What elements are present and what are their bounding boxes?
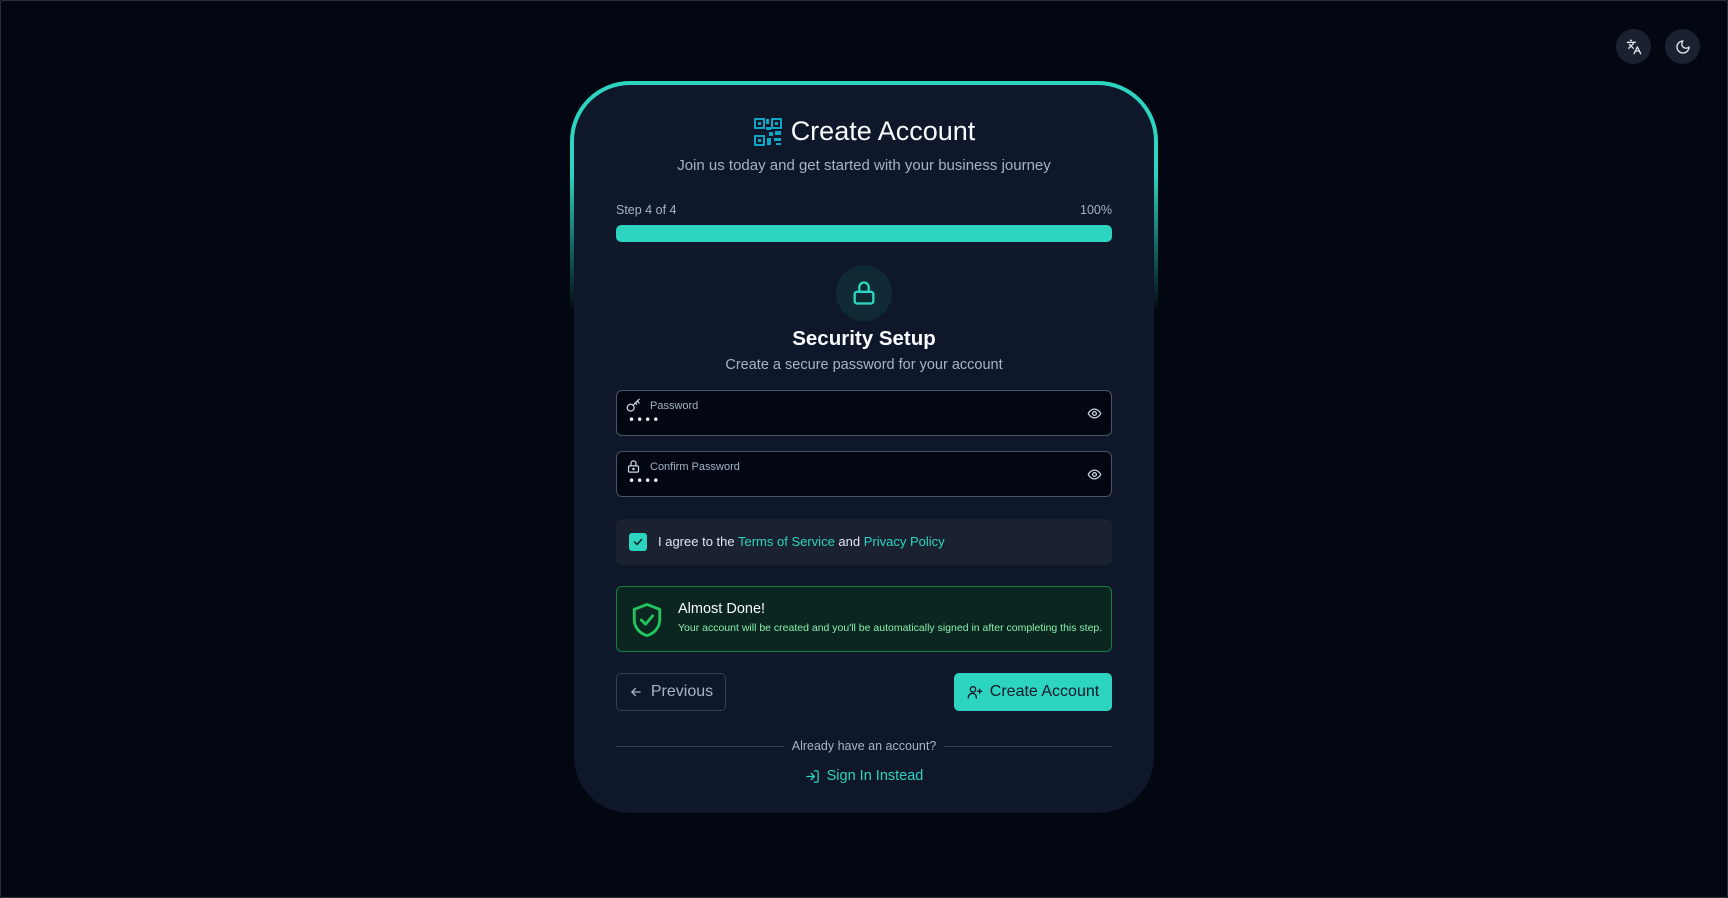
terms-checkbox[interactable] — [629, 533, 647, 551]
lock-icon — [627, 460, 640, 473]
confirm-password-input[interactable]: •••• — [628, 474, 660, 488]
divider-text: Already have an account? — [791, 739, 937, 753]
progress-bar-fill — [616, 225, 1112, 242]
shield-check-icon — [632, 603, 662, 637]
notice-text: Your account will be created and you'll … — [678, 622, 1103, 634]
page-title: Create Account — [790, 116, 976, 146]
progress-bar — [616, 225, 1112, 242]
terms-agreement: I agree to the Terms of Service and Priv… — [616, 519, 1112, 565]
arrow-left-icon — [631, 687, 641, 697]
previous-button-label: Previous — [650, 683, 714, 700]
moon-icon — [1675, 39, 1690, 54]
sign-in-link[interactable]: Sign In Instead — [574, 768, 1154, 784]
log-in-icon — [805, 769, 819, 783]
sign-in-link-label: Sign In Instead — [826, 768, 924, 784]
section-title: Security Setup — [792, 327, 936, 350]
check-icon — [633, 538, 643, 546]
privacy-policy-link[interactable]: Privacy Policy — [864, 534, 945, 549]
terms-prefix: I agree to the — [658, 534, 738, 549]
progress-percent: 100% — [1080, 203, 1112, 217]
page-subtitle: Join us today and get started with your … — [677, 157, 1051, 174]
password-field[interactable]: Password •••• — [616, 390, 1112, 436]
eye-icon[interactable] — [1087, 406, 1102, 421]
password-label: Password — [650, 400, 699, 412]
terms-of-service-link[interactable]: Terms of Service — [738, 534, 835, 549]
divider-line — [616, 745, 784, 747]
confirm-password-field[interactable]: Confirm Password •••• — [616, 451, 1112, 497]
qr-code-icon — [753, 117, 782, 146]
previous-button[interactable]: Previous — [616, 673, 726, 711]
key-icon — [626, 398, 640, 412]
theme-toggle-button[interactable] — [1665, 29, 1700, 64]
notice-title: Almost Done! — [678, 601, 766, 617]
section-icon-badge — [836, 265, 892, 321]
terms-text: I agree to the Terms of Service and Priv… — [658, 534, 945, 549]
translate-icon — [1626, 39, 1641, 54]
almost-done-notice: Almost Done! Your account will be create… — [616, 586, 1112, 652]
terms-middle: and — [834, 534, 864, 549]
create-account-button[interactable]: Create Account — [954, 673, 1112, 711]
lock-icon — [853, 281, 875, 305]
section-subtitle: Create a secure password for your accoun… — [725, 357, 1003, 373]
card-header: Create Account — [574, 116, 1154, 147]
divider: Already have an account? — [616, 739, 1113, 753]
create-account-button-label: Create Account — [989, 683, 1100, 700]
password-input[interactable]: •••• — [628, 413, 660, 427]
eye-icon[interactable] — [1087, 467, 1102, 482]
divider-line — [944, 745, 1113, 747]
step-indicator: Step 4 of 4 — [616, 203, 677, 217]
signup-card: Create Account Join us today and get sta… — [574, 85, 1154, 813]
language-button[interactable] — [1616, 29, 1651, 64]
confirm-password-label: Confirm Password — [650, 461, 740, 473]
user-plus-icon — [967, 686, 983, 699]
